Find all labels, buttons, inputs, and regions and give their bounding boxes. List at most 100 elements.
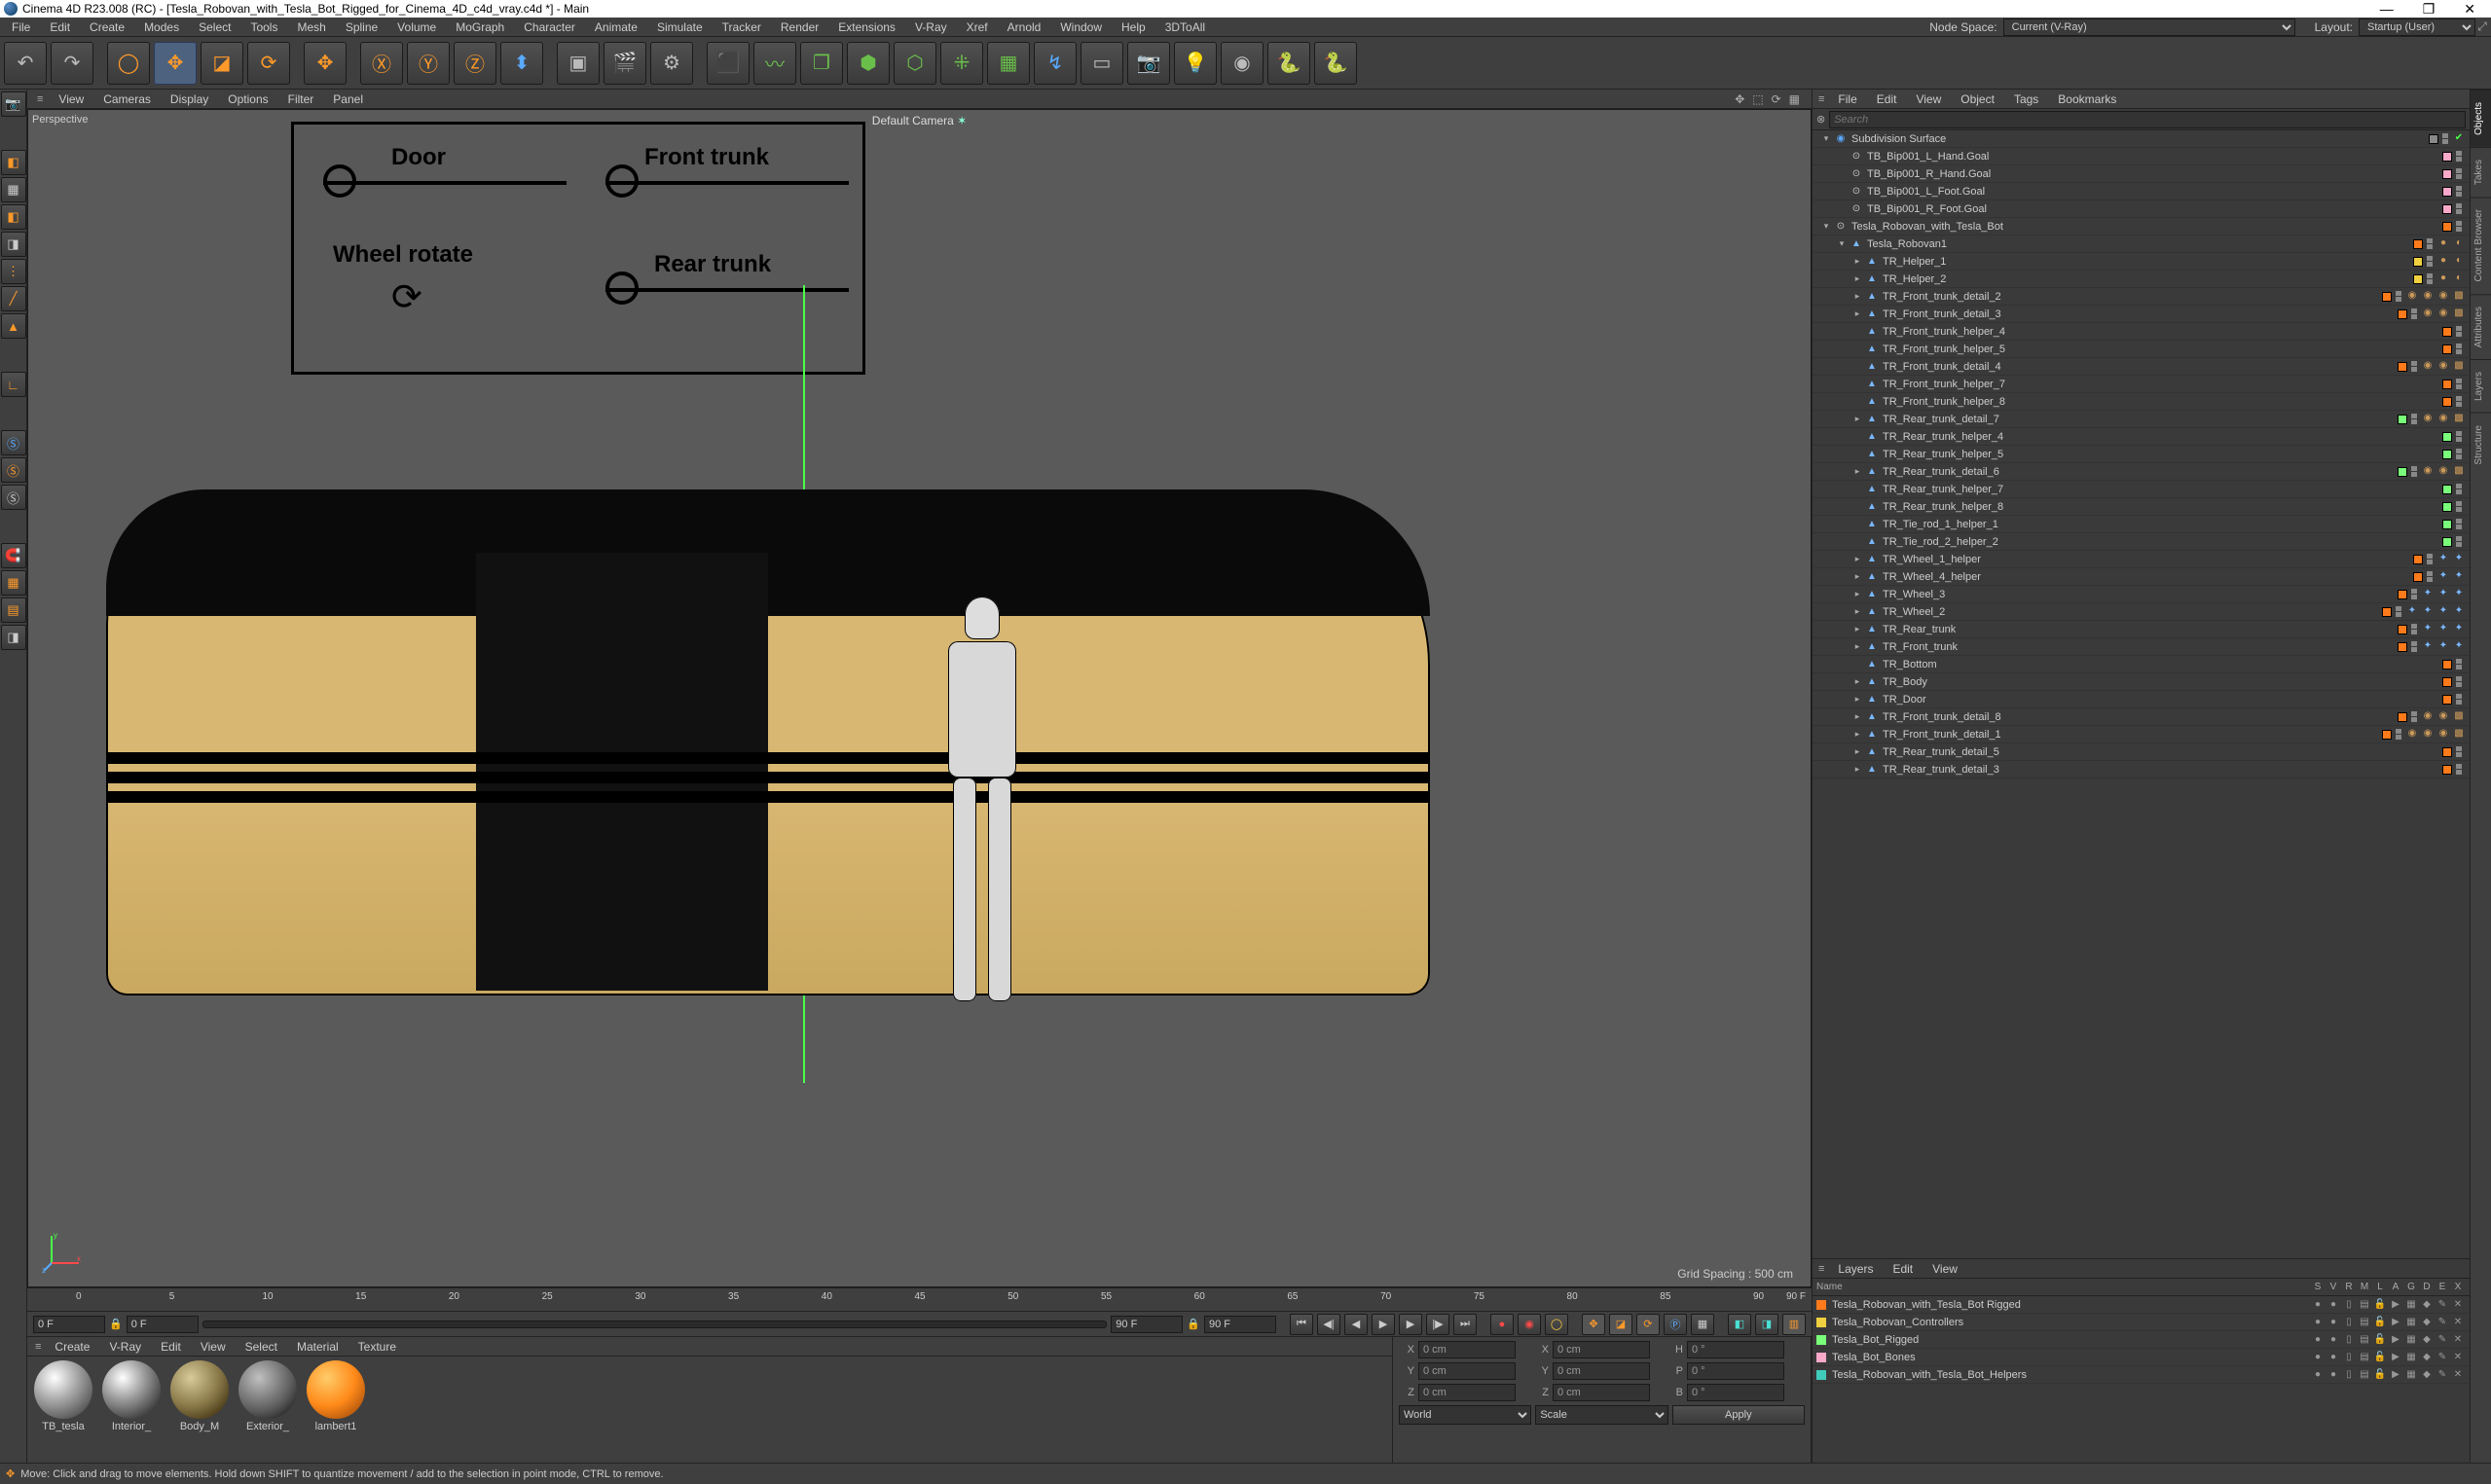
layer-dot[interactable] [2442, 502, 2452, 512]
last-tool-button[interactable]: ✥ [304, 42, 347, 85]
layer-color-swatch[interactable] [1816, 1370, 1826, 1380]
tree-row[interactable]: ▲TR_Front_trunk_helper_4 [1813, 323, 2470, 341]
cp-door-slider[interactable] [323, 181, 567, 185]
layer-dot[interactable] [2442, 765, 2452, 775]
vp-icon-1[interactable]: ✥ [1735, 92, 1744, 106]
viewport[interactable]: Perspective Default Camera ✶ Grid Spacin… [27, 109, 1812, 1287]
layer-flag[interactable]: 🔓 [2372, 1334, 2388, 1345]
visibility-dots[interactable] [2411, 641, 2417, 653]
param-key-button[interactable]: Ⓟ [1664, 1314, 1687, 1335]
layer-flag[interactable]: ▯ [2341, 1334, 2357, 1345]
edges-mode-icon[interactable]: ╱ [1, 286, 26, 311]
snap-1-icon[interactable]: Ⓢ [1, 430, 26, 455]
object-name[interactable]: TR_Tie_rod_1_helper_1 [1881, 519, 2442, 530]
tree-row[interactable]: ▲TR_Front_trunk_helper_5 [1813, 341, 2470, 358]
camera-wp-icon[interactable]: ◨ [1, 625, 26, 650]
pos-x-field[interactable] [1418, 1341, 1516, 1358]
tree-row[interactable]: ▲TR_Rear_trunk_helper_5 [1813, 446, 2470, 463]
tree-row[interactable]: ▾◉Subdivision Surface✔ [1813, 130, 2470, 148]
visibility-dots[interactable] [2396, 729, 2401, 741]
layer-dot[interactable] [2442, 222, 2452, 232]
layer-flag[interactable]: ● [2326, 1317, 2341, 1327]
tree-row[interactable]: ⊙TB_Bip001_L_Hand.Goal [1813, 148, 2470, 165]
layer-flag[interactable]: ● [2310, 1369, 2326, 1380]
mat-menu-texture[interactable]: Texture [348, 1338, 406, 1356]
tag-icon[interactable]: ● [2436, 255, 2450, 269]
search-clear-icon[interactable]: ⊗ [1816, 113, 1825, 126]
tag-icon[interactable]: ✦ [2421, 605, 2435, 619]
rot-b-field[interactable] [1687, 1384, 1784, 1401]
layer-flag[interactable]: ✕ [2450, 1317, 2466, 1327]
tag-icon[interactable]: ● [2436, 237, 2450, 251]
tree-row[interactable]: ⊙TB_Bip001_L_Foot.Goal [1813, 183, 2470, 200]
visibility-dots[interactable] [2456, 151, 2462, 163]
expander-icon[interactable]: ▸ [1851, 589, 1863, 599]
menu-window[interactable]: Window [1050, 18, 1112, 36]
tree-row[interactable]: ⊙TB_Bip001_R_Foot.Goal [1813, 200, 2470, 218]
tree-row[interactable]: ▸▲TR_Rear_trunk_detail_5 [1813, 743, 2470, 761]
layer-flag[interactable]: 🔓 [2372, 1352, 2388, 1362]
cp-rear-trunk-slider[interactable] [605, 288, 849, 292]
object-name[interactable]: TR_Rear_trunk_helper_5 [1881, 449, 2442, 460]
tree-row[interactable]: ▸▲TR_Door [1813, 691, 2470, 708]
visibility-dots[interactable] [2427, 238, 2433, 250]
tag-icon[interactable]: ▩ [2452, 710, 2466, 724]
menu-vray[interactable]: V-Ray [905, 18, 957, 36]
tag-icon[interactable]: ✦ [2452, 588, 2466, 601]
visibility-dots[interactable] [2456, 746, 2462, 758]
window-close-button[interactable]: ✕ [2464, 1, 2475, 18]
end-frame-field[interactable] [1111, 1316, 1183, 1333]
layer-name[interactable]: Tesla_Bot_Rigged [1832, 1334, 2310, 1346]
layout-icon[interactable]: ⤢ [2475, 19, 2489, 34]
mat-menu-vray[interactable]: V-Ray [99, 1338, 151, 1356]
object-name[interactable]: TB_Bip001_R_Hand.Goal [1865, 168, 2442, 180]
make-editable-icon[interactable]: ◧ [1, 150, 26, 175]
tree-row[interactable]: ▸▲TR_Wheel_1_helper✦✦ [1813, 551, 2470, 568]
tag-icon[interactable]: ◉ [2405, 728, 2419, 742]
layers-menu-view[interactable]: View [1923, 1260, 1967, 1278]
tag-icon[interactable]: ✦ [2436, 570, 2450, 584]
layer-flag[interactable]: ▦ [2403, 1352, 2419, 1362]
tree-row[interactable]: ▸▲TR_Front_trunk_detail_8◉◉▩ [1813, 708, 2470, 726]
locked-wp-icon[interactable]: ▦ [1, 570, 26, 596]
expander-icon[interactable]: ▸ [1851, 764, 1863, 775]
object-name[interactable]: TR_Front_trunk [1881, 641, 2398, 653]
visibility-dots[interactable] [2427, 571, 2433, 583]
goto-start-button[interactable]: ⏮ [1290, 1314, 1313, 1335]
menu-help[interactable]: Help [1112, 18, 1155, 36]
anim-2-button[interactable]: ◨ [1755, 1314, 1778, 1335]
layer-dot[interactable] [2429, 134, 2438, 144]
layer-flag[interactable]: 🔓 [2372, 1299, 2388, 1310]
menu-mesh[interactable]: Mesh [287, 18, 335, 36]
anim-1-button[interactable]: ◧ [1728, 1314, 1751, 1335]
layer-flag[interactable]: ▯ [2341, 1317, 2357, 1327]
layer-flag[interactable]: ✎ [2435, 1317, 2450, 1327]
object-mode-icon[interactable]: ◨ [1, 232, 26, 257]
visibility-dots[interactable] [2456, 676, 2462, 688]
tag-icon[interactable]: ✦ [2436, 640, 2450, 654]
visibility-dots[interactable] [2456, 449, 2462, 460]
visibility-dots[interactable] [2396, 291, 2401, 303]
z-lock-button[interactable]: Ⓩ [454, 42, 496, 85]
material-swatch[interactable]: Body_M [167, 1360, 232, 1459]
layer-dot[interactable] [2442, 344, 2452, 354]
object-name[interactable]: TR_Wheel_3 [1881, 589, 2398, 600]
tree-row[interactable]: ▸▲TR_Rear_trunk_detail_6◉◉▩ [1813, 463, 2470, 481]
layer-flag[interactable]: ✕ [2450, 1352, 2466, 1362]
layer-flag[interactable]: ▦ [2403, 1369, 2419, 1380]
visibility-dots[interactable] [2456, 431, 2462, 443]
menu-character[interactable]: Character [514, 18, 585, 36]
mat-menu-edit[interactable]: Edit [151, 1338, 191, 1356]
mat-menu-material[interactable]: Material [287, 1338, 348, 1356]
expander-icon[interactable]: ▸ [1851, 641, 1863, 652]
object-name[interactable]: TR_Rear_trunk_detail_5 [1881, 746, 2442, 758]
expander-icon[interactable]: ▾ [1820, 221, 1832, 232]
size-z-field[interactable] [1553, 1384, 1650, 1401]
layer-flag[interactable]: ● [2326, 1352, 2341, 1362]
autokey-button[interactable]: ◉ [1518, 1314, 1541, 1335]
expander-icon[interactable]: ▸ [1851, 606, 1863, 617]
tag-icon[interactable]: ◐ [2452, 237, 2466, 251]
object-name[interactable]: TR_Front_trunk_helper_4 [1881, 326, 2442, 338]
menu-spline[interactable]: Spline [336, 18, 387, 36]
menu-3dtoall[interactable]: 3DToAll [1155, 18, 1215, 36]
